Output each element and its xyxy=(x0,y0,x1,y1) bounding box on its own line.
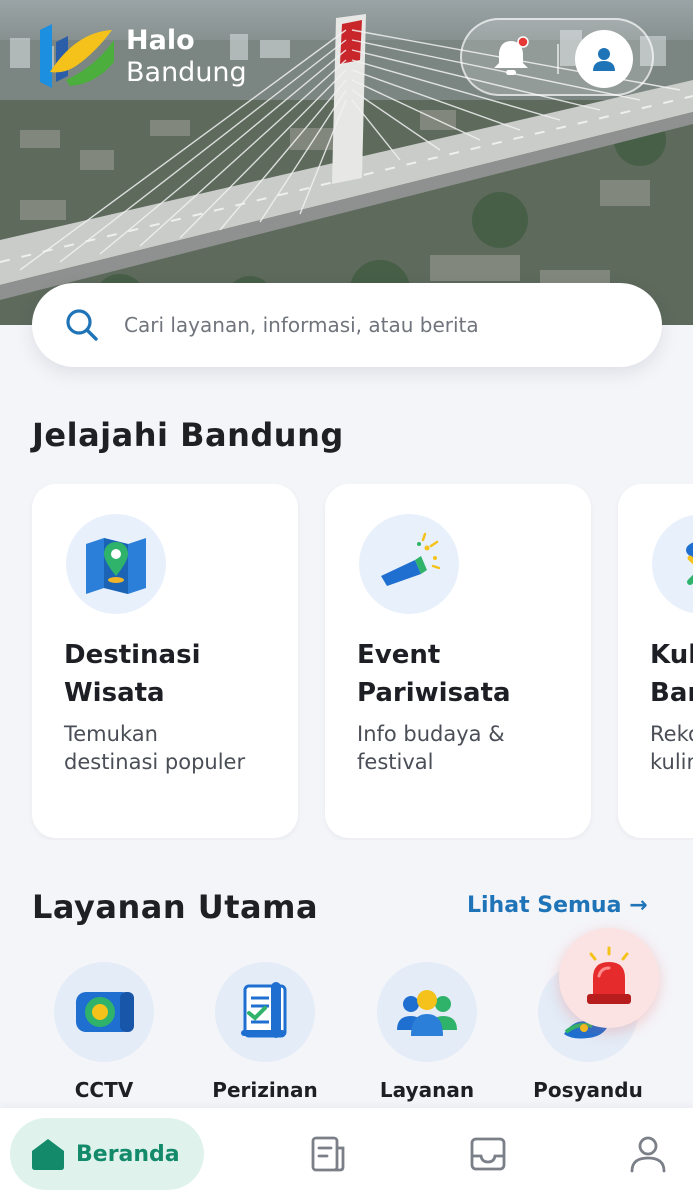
permit-document-icon xyxy=(241,982,287,1038)
notification-badge xyxy=(517,36,529,48)
profile-button[interactable] xyxy=(575,30,633,88)
service-label: CCTV xyxy=(74,1078,134,1102)
people-group-icon xyxy=(397,990,457,1036)
service-label: Perizinan xyxy=(212,1078,318,1102)
header-actions xyxy=(460,18,654,96)
logo-title-line2: Bandung xyxy=(126,57,247,88)
logo-title-line1: Halo xyxy=(126,25,195,56)
user-icon xyxy=(593,48,615,71)
service-icon-container xyxy=(377,962,477,1062)
card-title: Destinasi Wisata xyxy=(64,640,201,708)
see-all-link[interactable]: Lihat Semua → xyxy=(467,893,648,918)
search-input[interactable] xyxy=(124,313,644,337)
card-icon-container xyxy=(652,514,693,614)
service-layanan[interactable]: Layanan xyxy=(352,962,502,1102)
search-bar[interactable] xyxy=(32,283,662,367)
cctv-camera-icon xyxy=(76,992,134,1032)
nav-home-label: Beranda xyxy=(76,1141,180,1167)
service-label: Posyandu xyxy=(533,1078,643,1102)
bell-icon[interactable] xyxy=(488,35,534,81)
explore-cards-carousel[interactable]: Destinasi Wisata Temukan destinasi popul… xyxy=(0,484,693,840)
home-icon xyxy=(32,1139,64,1170)
explore-card-destinasi-wisata[interactable]: Destinasi Wisata Temukan destinasi popul… xyxy=(32,484,298,838)
explore-card-kuliner-bandung[interactable]: Kul Bar Reko kulin xyxy=(618,484,693,838)
card-description: Temukan destinasi populer xyxy=(64,722,246,774)
header-divider xyxy=(557,44,559,74)
halo-bandung-logo-icon xyxy=(40,24,114,88)
map-pin-icon xyxy=(86,538,146,594)
explore-card-event-pariwisata[interactable]: Event Pariwisata Info budaya & festival xyxy=(325,484,591,838)
card-description: Info budaya & festival xyxy=(357,722,505,774)
emergency-siren-icon xyxy=(587,946,631,1004)
culinary-icon xyxy=(686,542,693,585)
explore-section-title: Jelajahi Bandung xyxy=(32,416,344,454)
party-popper-icon xyxy=(381,532,441,586)
card-title: Kul Bar xyxy=(650,640,693,708)
service-perizinan[interactable]: Perizinan xyxy=(190,962,340,1102)
nav-home-button[interactable]: Beranda xyxy=(10,1118,204,1190)
services-section-title: Layanan Utama xyxy=(32,888,319,926)
service-label: Layanan xyxy=(379,1078,475,1102)
service-icon-container xyxy=(54,962,154,1062)
search-icon xyxy=(66,309,98,341)
card-description: Reko kulin xyxy=(650,722,693,774)
card-icon-container xyxy=(66,514,166,614)
bottom-navigation: Beranda xyxy=(0,1108,693,1200)
card-title: Event Pariwisata xyxy=(357,640,511,708)
service-cctv[interactable]: CCTV xyxy=(29,962,179,1102)
news-icon[interactable] xyxy=(307,1134,347,1174)
service-icon-container xyxy=(215,962,315,1062)
profile-icon[interactable] xyxy=(628,1134,668,1174)
hero-banner: Halo Bandung xyxy=(0,0,693,325)
card-icon-container xyxy=(359,514,459,614)
emergency-button[interactable] xyxy=(559,928,659,1028)
app-logo: Halo Bandung xyxy=(36,22,247,92)
inbox-icon[interactable] xyxy=(468,1134,508,1174)
